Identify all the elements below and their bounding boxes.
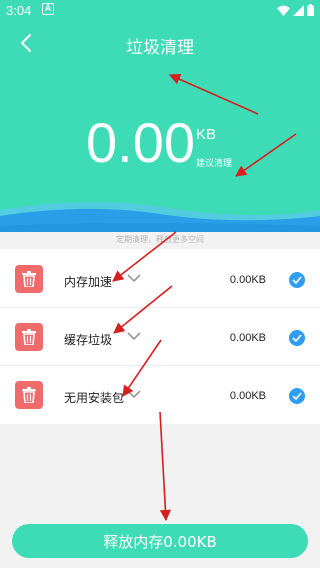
chevron-down-icon[interactable] xyxy=(127,390,141,399)
signal-icon xyxy=(293,4,304,16)
page-title: 垃圾清理 xyxy=(126,38,194,58)
release-memory-button[interactable]: 释放内存0.00KB xyxy=(12,524,308,558)
list-item-memory[interactable]: 内存加速 0.00KB xyxy=(0,249,320,307)
suggest-clean-label: 建议清理 xyxy=(196,159,233,169)
chevron-down-icon[interactable] xyxy=(127,332,141,341)
junk-size-unit: KB xyxy=(196,126,217,143)
status-time: 3:04 xyxy=(6,3,32,18)
wave-decoration xyxy=(0,202,320,232)
list-item-apk[interactable]: 无用安装包 0.00KB xyxy=(0,365,320,423)
notification-icon: A xyxy=(42,3,54,15)
trash-icon xyxy=(15,381,43,409)
item-size: 0.00KB xyxy=(229,274,266,286)
chevron-down-icon[interactable] xyxy=(127,274,141,283)
junk-size-value: 0.00 xyxy=(86,111,195,174)
item-label: 无用安装包 xyxy=(64,391,125,405)
check-icon[interactable] xyxy=(289,330,305,346)
list-item-cache[interactable]: 缓存垃圾 0.00KB xyxy=(0,307,320,365)
trash-icon xyxy=(15,323,43,351)
header-panel: 3:04 A 垃圾清理 0.00 KB 建议清理 xyxy=(0,0,320,232)
item-label: 缓存垃圾 xyxy=(64,333,113,347)
trash-icon xyxy=(15,265,43,293)
junk-list: 内存加速 0.00KB 缓存垃圾 0.00KB 无用安装包 0.00KB xyxy=(0,249,320,424)
wifi-icon xyxy=(277,5,290,16)
battery-icon xyxy=(307,4,314,16)
check-icon[interactable] xyxy=(289,272,305,288)
check-icon[interactable] xyxy=(289,388,305,404)
item-size: 0.00KB xyxy=(229,332,266,344)
status-bar: 3:04 A xyxy=(0,0,320,22)
annotation-arrow xyxy=(159,411,172,522)
item-label: 内存加速 xyxy=(64,275,113,289)
item-size: 0.00KB xyxy=(229,390,266,402)
clean-tip: 定期清理，释放更多空间 xyxy=(116,235,204,244)
